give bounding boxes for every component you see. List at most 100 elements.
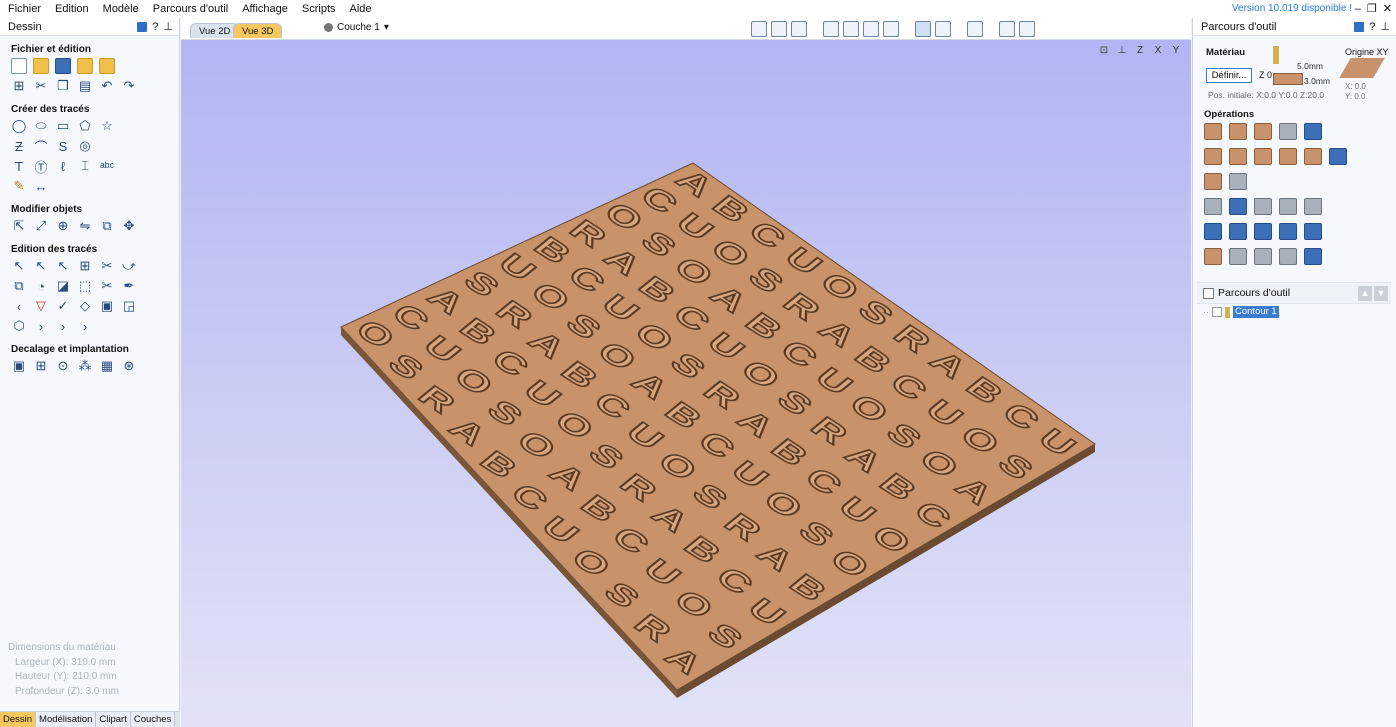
close-button[interactable]: ✕	[1383, 0, 1392, 18]
text-arc-icon[interactable]: ⌶	[77, 158, 93, 174]
version-link[interactable]: Version 10.019 disponible !	[1232, 0, 1352, 18]
preview-all-icon[interactable]	[1229, 223, 1247, 240]
tool-database-icon[interactable]	[1204, 198, 1222, 215]
scale-icon[interactable]: ⤢	[33, 218, 49, 234]
select-icon[interactable]: ↖	[11, 258, 27, 274]
lock-icon[interactable]: ›	[55, 318, 71, 334]
step-repeat-icon[interactable]: ⁂	[77, 358, 93, 374]
wood-board-preview[interactable]: OCASUBROCASUBROCASUBROCASUBOOCASUBOOCASU…	[181, 40, 1191, 727]
layer-selector[interactable]: Couche 1 ▾	[324, 22, 389, 33]
pen-icon[interactable]: ✎	[11, 178, 27, 194]
viewport-3d[interactable]: OCASUBROCASUBROCASUBROCASUBOOCASUBOOCASU…	[181, 40, 1191, 727]
rotate-icon[interactable]: ⊕	[55, 218, 71, 234]
extend-icon[interactable]: ⤻	[121, 258, 137, 274]
fillet-icon[interactable]: ✒	[121, 278, 137, 294]
zoom-in-icon[interactable]	[843, 21, 859, 37]
move-icon[interactable]: ⇱	[11, 218, 27, 234]
vcarve-toolpath-icon[interactable]	[1304, 123, 1322, 140]
redo-icon[interactable]: ↷	[121, 78, 137, 94]
help-icon[interactable]: ?	[1369, 18, 1375, 36]
texture-toolpath-icon[interactable]	[1254, 148, 1272, 165]
subtract-icon[interactable]: ◔	[33, 278, 49, 294]
dimension-icon[interactable]: ↔	[33, 178, 49, 194]
subdivide-icon[interactable]: ↖	[55, 258, 71, 274]
nesting-icon[interactable]: ⊞	[33, 358, 49, 374]
move-down-icon[interactable]: ▼	[1374, 286, 1388, 301]
rectangle-icon[interactable]: ▭	[55, 118, 71, 134]
toolpath-item-checkbox[interactable]	[1212, 307, 1222, 317]
polygon-icon[interactable]: ⬠	[77, 118, 93, 134]
view-x-icon[interactable]: X	[1151, 44, 1165, 58]
tab-dessin[interactable]: Dessin	[0, 712, 37, 727]
tool-info-icon[interactable]	[1254, 248, 1272, 265]
select-all-icon[interactable]: ⊞	[11, 78, 27, 94]
weld-icon[interactable]: ⧉	[11, 278, 27, 294]
tile-vertical-icon[interactable]	[1019, 21, 1035, 37]
toolpath-item[interactable]: ·· Contour 1	[1203, 306, 1279, 318]
moulding-toolpath-icon[interactable]	[1329, 148, 1347, 165]
save-toolpath-icon[interactable]	[1304, 248, 1322, 265]
render-icon[interactable]	[935, 21, 951, 37]
snap-grid-icon[interactable]	[771, 21, 787, 37]
quick-engrave-icon[interactable]	[1304, 148, 1322, 165]
align-icon[interactable]: ⊞	[77, 258, 93, 274]
machine-setup-icon[interactable]	[1279, 248, 1297, 265]
edit-toolpath-icon[interactable]	[1229, 198, 1247, 215]
copy-icon[interactable]: ❐	[55, 78, 71, 94]
zoom-out-icon[interactable]	[883, 21, 899, 37]
template-icon[interactable]	[1304, 223, 1322, 240]
merge-toolpaths-icon[interactable]	[1279, 223, 1297, 240]
curve-icon[interactable]: S	[55, 138, 71, 154]
roughing-toolpath-icon[interactable]	[1204, 173, 1222, 190]
array-icon[interactable]: ⊙	[55, 358, 71, 374]
move-up-icon[interactable]: ▲	[1358, 286, 1372, 301]
arc-icon[interactable]: ⌒	[33, 138, 49, 155]
shading-icon[interactable]	[967, 21, 983, 37]
toolpath-item-label[interactable]: Contour 1	[1233, 306, 1279, 318]
offset-vector-icon[interactable]: ▣	[11, 358, 27, 374]
join-icon[interactable]: ⬚	[77, 278, 93, 294]
menu-fichier[interactable]: Fichier	[0, 0, 47, 18]
zoom-extents-icon[interactable]	[751, 21, 767, 37]
menu-modele[interactable]: Modèle	[95, 0, 145, 18]
grid-layout-icon[interactable]: ▦	[99, 358, 115, 374]
tile-horizontal-icon[interactable]	[999, 21, 1015, 37]
cut-icon[interactable]: ✂	[33, 78, 49, 94]
rotate-view-icon[interactable]	[915, 21, 931, 37]
trim-icon[interactable]: ✂	[99, 258, 115, 274]
origin-icon[interactable]	[1339, 58, 1385, 78]
open-folder-icon[interactable]	[77, 58, 93, 74]
preview-toolpath-icon[interactable]	[1204, 223, 1222, 240]
panel-dock-icon[interactable]	[1354, 22, 1365, 32]
minimize-button[interactable]: –	[1355, 0, 1361, 18]
paste-icon[interactable]: ▤	[77, 78, 93, 94]
toolpath-list-icon[interactable]	[1304, 198, 1322, 215]
spiral-icon[interactable]: ◎	[77, 138, 93, 154]
distort-icon[interactable]: ⧉	[99, 218, 115, 234]
restore-button[interactable]: ❐	[1367, 0, 1377, 18]
time-estimate-icon[interactable]	[1229, 248, 1247, 265]
zoom-box-icon[interactable]	[863, 21, 879, 37]
undo-icon[interactable]: ↶	[99, 78, 115, 94]
text-on-curve-icon[interactable]: ℓ	[55, 158, 71, 174]
mirror-icon[interactable]: ⇋	[77, 218, 93, 234]
grid-icon[interactable]	[791, 21, 807, 37]
open-file-icon[interactable]	[33, 58, 49, 74]
view-z-icon[interactable]: Z	[1133, 44, 1147, 58]
circular-array-icon[interactable]: ⊛	[121, 358, 137, 374]
fit-view-icon[interactable]: ⊡	[1097, 44, 1111, 58]
pan-icon[interactable]	[823, 21, 839, 37]
pin-icon[interactable]: ⊥	[163, 18, 173, 36]
view-y-icon[interactable]: Y	[1169, 44, 1183, 58]
help-icon[interactable]: ?	[152, 18, 158, 36]
nudge-icon[interactable]: ✥	[121, 218, 137, 234]
panel-dock-icon[interactable]	[137, 22, 148, 32]
pin-icon[interactable]: ⊥	[1380, 18, 1390, 36]
polyline-icon[interactable]: Ƶ	[11, 138, 27, 154]
smooth-icon[interactable]: ✓	[55, 298, 71, 314]
new-file-icon[interactable]	[11, 58, 27, 74]
text-icon[interactable]: T	[11, 158, 27, 174]
drilling-toolpath-icon[interactable]	[1254, 123, 1272, 140]
finishing-toolpath-icon[interactable]	[1229, 173, 1247, 190]
unlock-icon[interactable]: ›	[77, 318, 93, 334]
